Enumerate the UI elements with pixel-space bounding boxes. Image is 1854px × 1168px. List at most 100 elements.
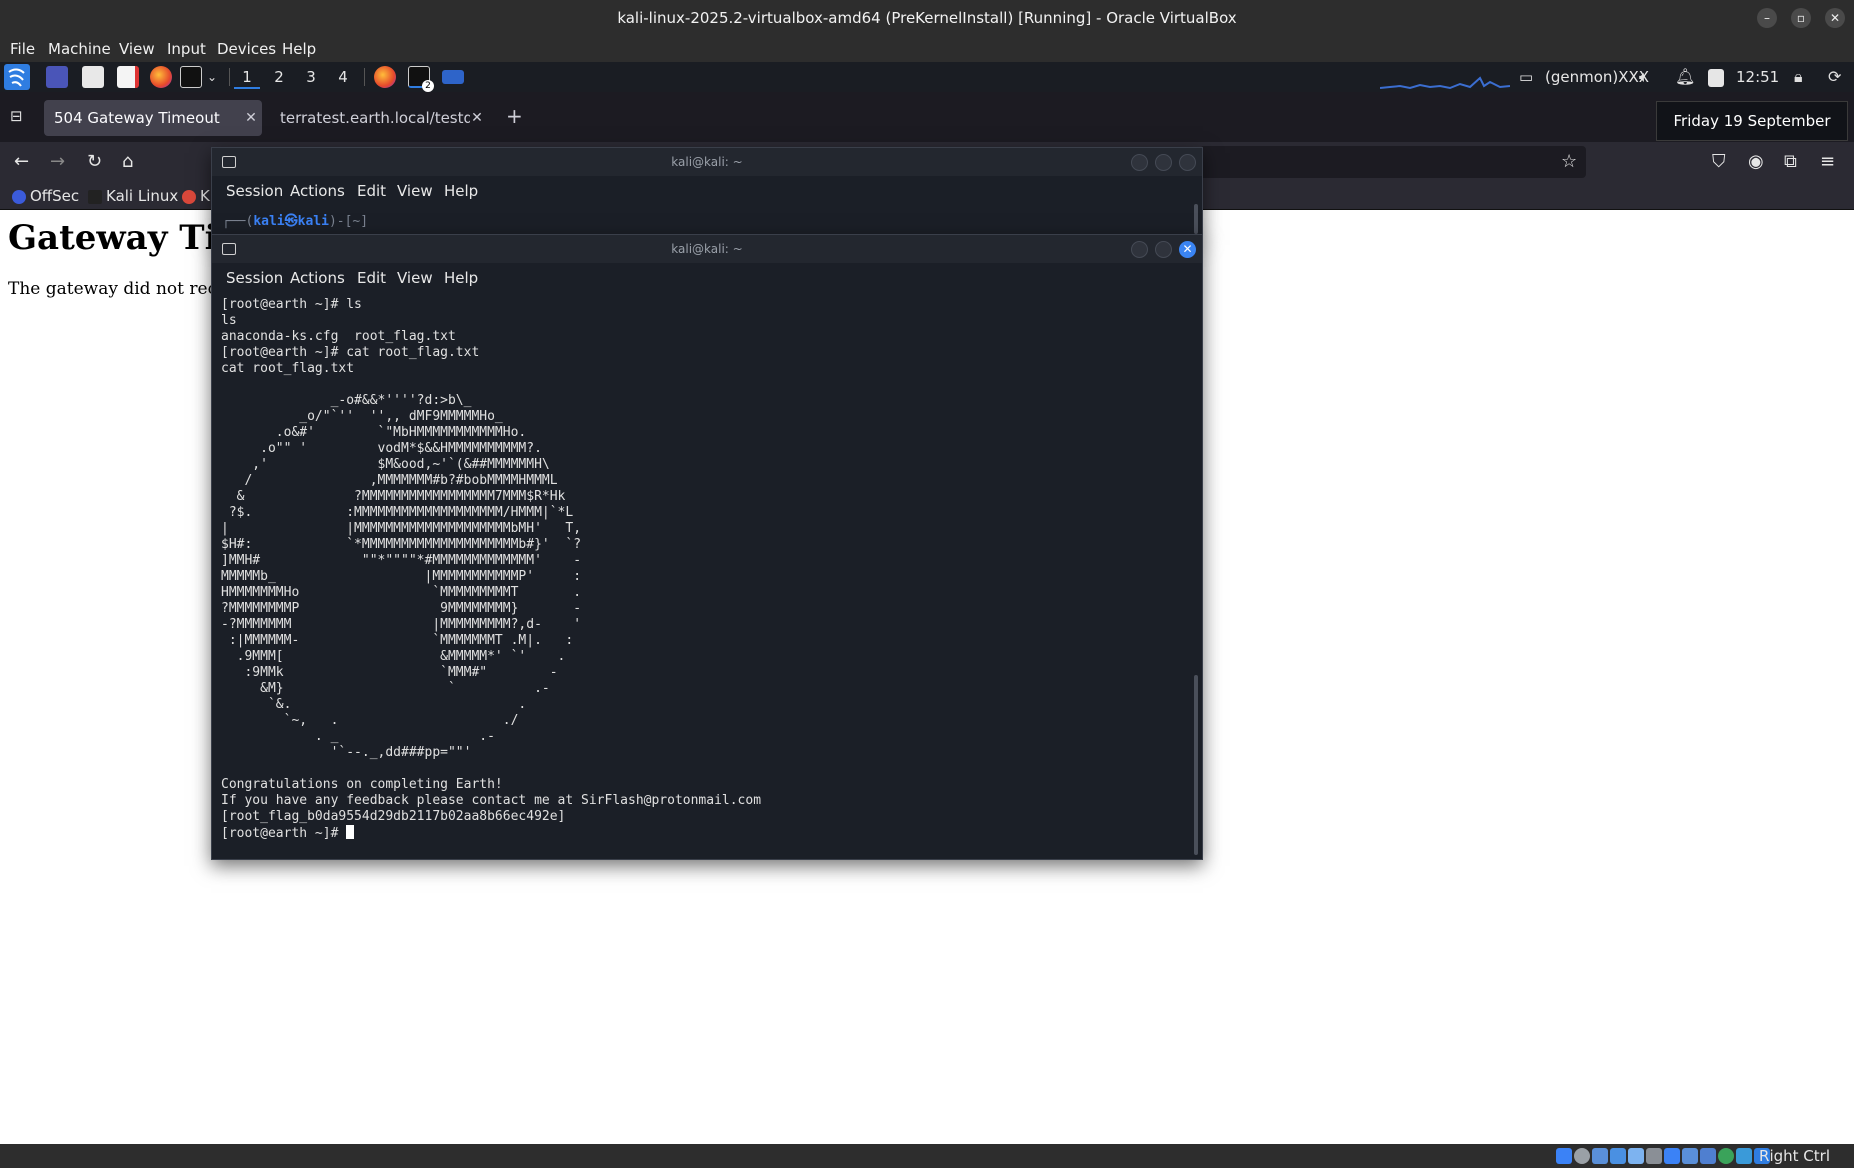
home-icon[interactable]: ⌂ — [122, 142, 133, 182]
tab-terratest[interactable]: terratest.earth.local/testdata — [270, 100, 470, 136]
usb-icon[interactable] — [1628, 1148, 1644, 1164]
terminal-titlebar[interactable]: kali@kali: ~ ✕ — [212, 235, 1202, 263]
bookmark-offsec[interactable]: OffSec — [12, 182, 79, 210]
workspace-2[interactable]: 2 — [266, 65, 292, 89]
terminal-maximize-button[interactable] — [1155, 154, 1172, 171]
notification-bell-icon[interactable]: 🔔︎ — [1675, 62, 1695, 92]
mouse-integration-icon[interactable] — [1736, 1148, 1752, 1164]
tab-close-icon[interactable]: ✕ — [243, 108, 259, 128]
tab-title: 504 Gateway Timeout — [54, 109, 220, 127]
terminal-menu-view[interactable]: View — [397, 263, 433, 293]
folder-window-icon[interactable] — [442, 70, 464, 84]
tab-overview-icon[interactable]: ⊟ — [10, 101, 23, 131]
menu-machine[interactable]: Machine — [48, 36, 111, 62]
workspace-4[interactable]: 4 — [330, 65, 356, 89]
volume-icon[interactable]: 🔈︎ — [1639, 62, 1649, 92]
panel-separator — [229, 68, 230, 86]
terminal-titlebar[interactable]: kali@kali: ~ — [212, 148, 1202, 176]
vbox-statusbar: Right Ctrl — [0, 1144, 1854, 1168]
terminal-menubar: Session Actions Edit View Help — [212, 263, 1202, 293]
firefox-icon[interactable] — [150, 66, 172, 88]
menu-file[interactable]: File — [10, 36, 35, 62]
menu-help[interactable]: Help — [282, 36, 316, 62]
terminal-close-button[interactable] — [1179, 154, 1196, 171]
host-key-label: Right Ctrl — [1759, 1147, 1830, 1165]
bookmark-star-icon[interactable]: ☆ — [1561, 142, 1577, 182]
maximize-button[interactable]: ▫ — [1791, 8, 1811, 28]
terminal-menu-actions[interactable]: Actions — [290, 263, 345, 293]
vbox-menubar: File Machine View Input Devices Help — [0, 36, 1854, 62]
tab-504-gateway-timeout[interactable]: 504 Gateway Timeout — [44, 100, 262, 136]
logout-icon[interactable]: ⟳ — [1828, 62, 1841, 92]
network-icon[interactable] — [1610, 1148, 1626, 1164]
terminal-scrollbar[interactable] — [1194, 675, 1198, 855]
account-icon[interactable]: ◉ — [1748, 142, 1764, 182]
terminal-minimize-button[interactable] — [1131, 154, 1148, 171]
terminal-output[interactable]: [root@earth ~]# ls ls anaconda-ks.cfg ro… — [221, 297, 1186, 859]
terminal-menu-edit[interactable]: Edit — [357, 263, 386, 293]
terminal-minimize-button[interactable] — [1131, 241, 1148, 258]
lock-icon[interactable]: 🔒︎ — [1794, 62, 1803, 92]
terminal-menubar: Session Actions Edit View Help — [212, 176, 1202, 206]
terminal-close-button[interactable]: ✕ — [1179, 241, 1196, 258]
optical-drive-icon[interactable] — [1574, 1148, 1590, 1164]
app-menu-icon[interactable]: ≡ — [1820, 142, 1835, 182]
kali-tools-icon — [182, 189, 196, 204]
terminal-count-badge: 2 — [422, 80, 434, 92]
workspace-1[interactable]: 1 — [234, 65, 260, 89]
terminal-window-front[interactable]: kali@kali: ~ ✕ Session Actions Edit View… — [211, 234, 1203, 860]
terminal-menu-actions[interactable]: Actions — [290, 176, 345, 206]
url-bar[interactable] — [1200, 146, 1586, 178]
bookmark-label: Kali Linux — [106, 187, 179, 205]
pocket-icon[interactable]: ⛉ — [1712, 142, 1726, 182]
file-manager-icon[interactable] — [82, 66, 104, 88]
new-tab-button[interactable]: + — [506, 101, 523, 131]
terminal-menu-session[interactable]: Session — [226, 176, 283, 206]
display-icon[interactable]: ▭ — [1519, 62, 1533, 92]
bookmark-kali-linux[interactable]: Kali Linux — [88, 182, 178, 210]
back-arrow-icon[interactable]: ← — [14, 142, 29, 182]
terminal-window-back[interactable]: kali@kali: ~ Session Actions Edit View H… — [211, 147, 1203, 239]
menu-input[interactable]: Input — [167, 36, 206, 62]
menu-devices[interactable]: Devices — [217, 36, 276, 62]
bookmark-k[interactable]: K — [182, 182, 210, 210]
virtualization-icon[interactable] — [1700, 1148, 1716, 1164]
terminal-menu-edit[interactable]: Edit — [357, 176, 386, 206]
panel-clock[interactable]: 12:51 — [1736, 62, 1779, 92]
terminal-launcher-icon[interactable] — [180, 66, 202, 88]
close-button[interactable]: ✕ — [1825, 8, 1845, 28]
terminal-menu-help[interactable]: Help — [444, 176, 478, 206]
genmon-label: (genmon)XXX — [1545, 68, 1650, 86]
shared-folders-icon[interactable] — [1646, 1148, 1662, 1164]
minimize-button[interactable]: – — [1757, 8, 1777, 28]
hard-disk-icon[interactable] — [1556, 1148, 1572, 1164]
workspace-3[interactable]: 3 — [298, 65, 324, 89]
terminal-scrollbar[interactable] — [1194, 204, 1198, 234]
bookmark-label: OffSec — [30, 187, 80, 205]
extensions-icon[interactable]: ⧉ — [1784, 142, 1797, 182]
audio-icon[interactable] — [1592, 1148, 1608, 1164]
chevron-down-icon[interactable]: ⌄ — [207, 62, 217, 92]
firefox-window-icon[interactable] — [374, 66, 396, 88]
page-message: The gateway did not rece — [8, 279, 228, 299]
prompt-prefix: ┌──( — [222, 214, 254, 229]
forward-arrow-icon[interactable]: → — [50, 142, 65, 182]
desktop-icon[interactable] — [46, 66, 68, 88]
terminal-menu-help[interactable]: Help — [444, 263, 478, 293]
reload-icon[interactable]: ↻ — [87, 142, 102, 182]
display-icon[interactable] — [1664, 1148, 1680, 1164]
page-heading: Gateway Ti — [8, 218, 218, 258]
tab-title: terratest.earth.local/testdata — [280, 109, 470, 127]
terminal-menu-session[interactable]: Session — [226, 263, 283, 293]
tab-close-icon[interactable]: ✕ — [469, 108, 485, 128]
clipboard-icon[interactable] — [1708, 69, 1724, 87]
browser-tabbar: ⊟ 504 Gateway Timeout ✕ terratest.earth.… — [0, 92, 1854, 142]
recording-icon[interactable] — [1682, 1148, 1698, 1164]
vbox-titlebar: kali-linux-2025.2-virtualbox-amd64 (PreK… — [0, 0, 1854, 36]
guest-additions-icon[interactable] — [1718, 1148, 1734, 1164]
menu-view[interactable]: View — [119, 36, 155, 62]
terminal-menu-view[interactable]: View — [397, 176, 433, 206]
kali-menu-icon[interactable] — [4, 64, 30, 90]
text-editor-icon[interactable] — [117, 66, 139, 88]
terminal-maximize-button[interactable] — [1155, 241, 1172, 258]
